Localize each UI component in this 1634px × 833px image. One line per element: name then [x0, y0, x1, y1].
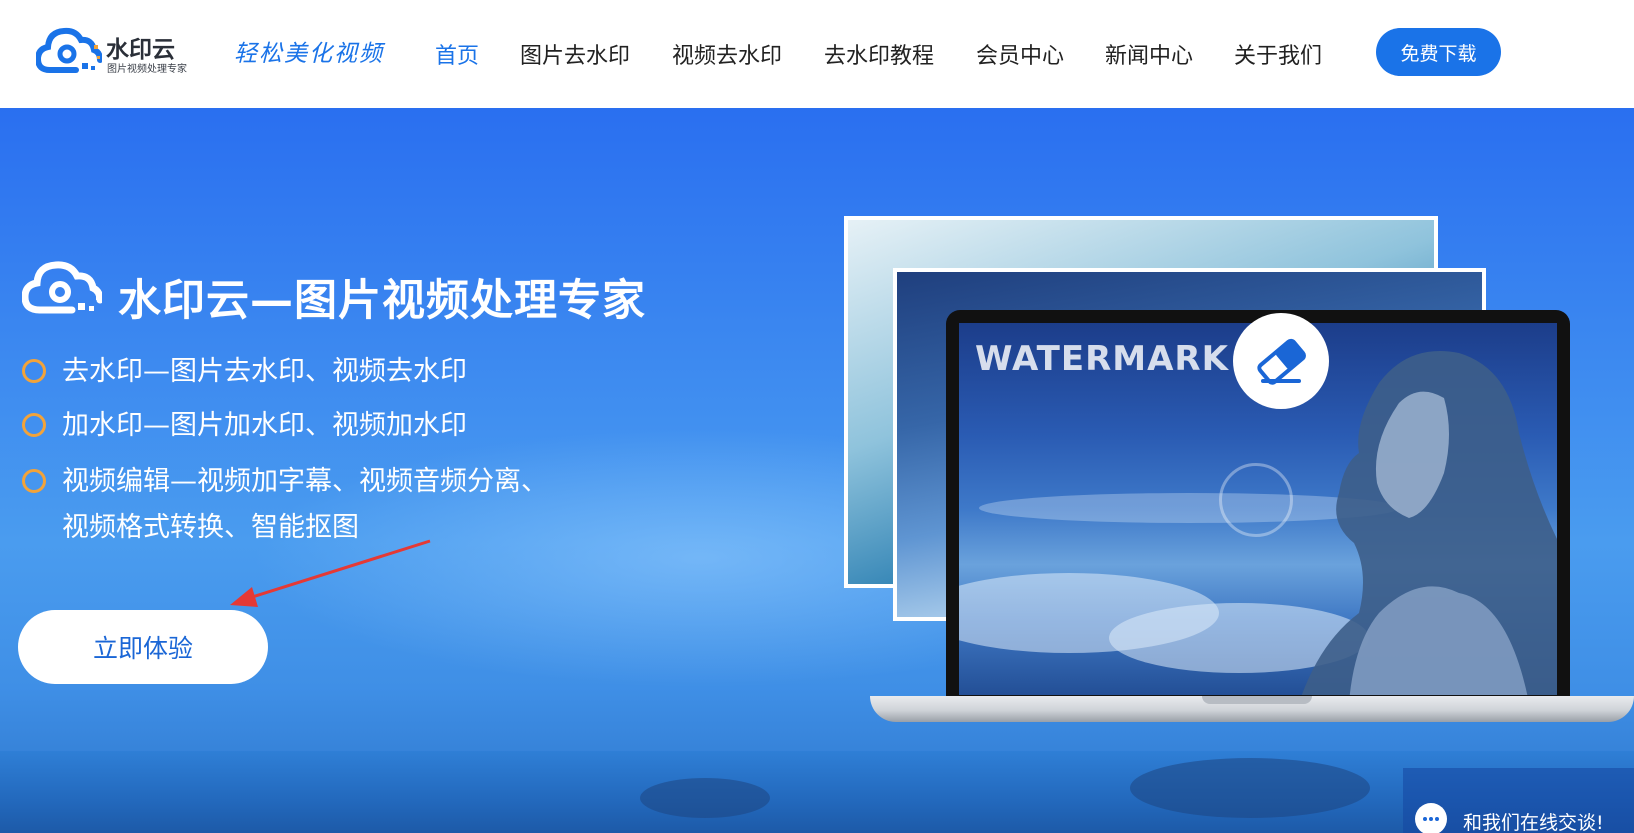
- logo-tagline: 图片视频处理专家: [107, 64, 187, 75]
- feature-text: 加水印—图片加水印、视频加水印: [62, 410, 467, 441]
- hero-title: 水印云—图片视频处理专家: [118, 276, 646, 326]
- chat-bubble-icon: [1415, 803, 1447, 833]
- feature-item: 加水印—图片加水印、视频加水印: [22, 404, 542, 448]
- feature-text: 去水印—图片去水印、视频去水印: [62, 356, 467, 387]
- bullet-ring-icon: [22, 469, 46, 493]
- eraser-icon: [1233, 313, 1329, 409]
- cloud-logo-icon: [36, 27, 102, 73]
- laptop-notch: [1202, 696, 1312, 704]
- watermark-sample-text: WATERMARK: [975, 339, 1229, 379]
- nav-item-image-watermark-removal[interactable]: 图片去水印: [520, 38, 630, 70]
- cloud-icon: [22, 261, 102, 314]
- nav-item-tutorials[interactable]: 去水印教程: [824, 38, 934, 70]
- logo[interactable]: 水印云 图片视频处理专家: [36, 26, 196, 76]
- online-chat-widget[interactable]: 和我们在线交谈!: [1403, 768, 1634, 833]
- nav-item-about-us[interactable]: 关于我们: [1234, 38, 1322, 70]
- hero-banner: 水印云—图片视频处理专家 去水印—图片去水印、视频去水印 加水印—图片加水印、视…: [0, 108, 1634, 833]
- try-now-button[interactable]: 立即体验: [18, 610, 268, 684]
- slogan: 轻松美化视频: [234, 41, 384, 67]
- site-header: 水印云 图片视频处理专家 轻松美化视频 首页 图片去水印 视频去水印 去水印教程…: [0, 0, 1634, 108]
- sea-background: [0, 751, 1634, 833]
- bullet-ring-icon: [22, 413, 46, 437]
- rock-shape: [1130, 758, 1370, 818]
- rock-shape: [640, 778, 770, 818]
- feature-item: 去水印—图片去水印、视频去水印: [22, 350, 542, 394]
- logo-name: 水印云: [106, 37, 175, 63]
- nav-item-video-watermark-removal[interactable]: 视频去水印: [672, 38, 782, 70]
- play-icon: [1219, 463, 1293, 537]
- bullet-ring-icon: [22, 359, 46, 383]
- chat-label: 和我们在线交谈!: [1463, 812, 1604, 833]
- nav-item-home[interactable]: 首页: [435, 38, 479, 70]
- nav-item-member-center[interactable]: 会员中心: [976, 38, 1064, 70]
- feature-text: 视频编辑—视频加字幕、视频音频分离、: [62, 466, 548, 497]
- free-download-button[interactable]: 免费下载: [1376, 28, 1501, 76]
- red-arrow-annotation: [230, 539, 431, 607]
- nav-item-news-center[interactable]: 新闻中心: [1105, 38, 1193, 70]
